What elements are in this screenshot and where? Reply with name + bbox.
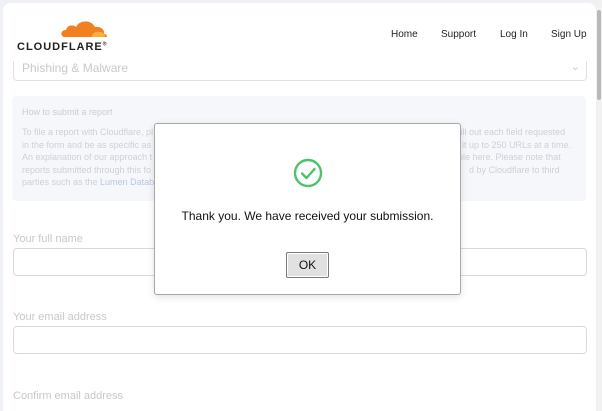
success-message: Thank you. We have received your submiss…: [181, 209, 434, 223]
full-name-label: Your full name: [13, 233, 83, 245]
info-line: reports submitted through this fo: [22, 164, 152, 175]
confirm-email-label: Confirm email address: [13, 390, 124, 402]
lumen-database-link[interactable]: Lumen Databa: [100, 177, 159, 187]
info-title: How to submit a report: [22, 107, 113, 117]
nav-support[interactable]: Support: [441, 29, 476, 40]
email-label: Your email address: [13, 311, 107, 323]
info-line: it up to 250 URLs at a time.: [462, 139, 572, 150]
info-line: To file a report with Cloudflare, pl: [22, 127, 154, 137]
cloudflare-logo[interactable]: CLOUDFLARE®: [15, 17, 115, 57]
info-line: d by Cloudflare to third: [469, 164, 560, 175]
nav-home[interactable]: Home: [391, 29, 418, 40]
check-circle-icon: [293, 158, 323, 188]
scrollbar-thumb[interactable]: [597, 10, 601, 100]
info-line: in the form and be as specific as p: [22, 139, 159, 150]
site-header: CLOUDFLARE® Home Support Log In Sign Up: [3, 3, 596, 61]
cloud-icon: [61, 21, 108, 37]
info-line: fill out each field requested: [458, 127, 566, 137]
chevron-down-icon: ⌄: [570, 61, 580, 73]
info-line: An explanation of our approach t: [22, 152, 153, 162]
nav-log-in[interactable]: Log In: [500, 29, 528, 40]
logo-text: CLOUDFLARE®: [17, 41, 108, 53]
nav-sign-up[interactable]: Sign Up: [551, 29, 587, 40]
scrollbar[interactable]: [596, 0, 602, 411]
ok-button[interactable]: OK: [286, 252, 329, 278]
info-line: parties such as the: [22, 177, 101, 187]
report-type-value: Phishing & Malware: [22, 61, 129, 75]
info-line: able here. Please note that: [453, 152, 561, 162]
submission-dialog: Thank you. We have received your submiss…: [154, 123, 461, 295]
email-input[interactable]: [13, 326, 587, 354]
